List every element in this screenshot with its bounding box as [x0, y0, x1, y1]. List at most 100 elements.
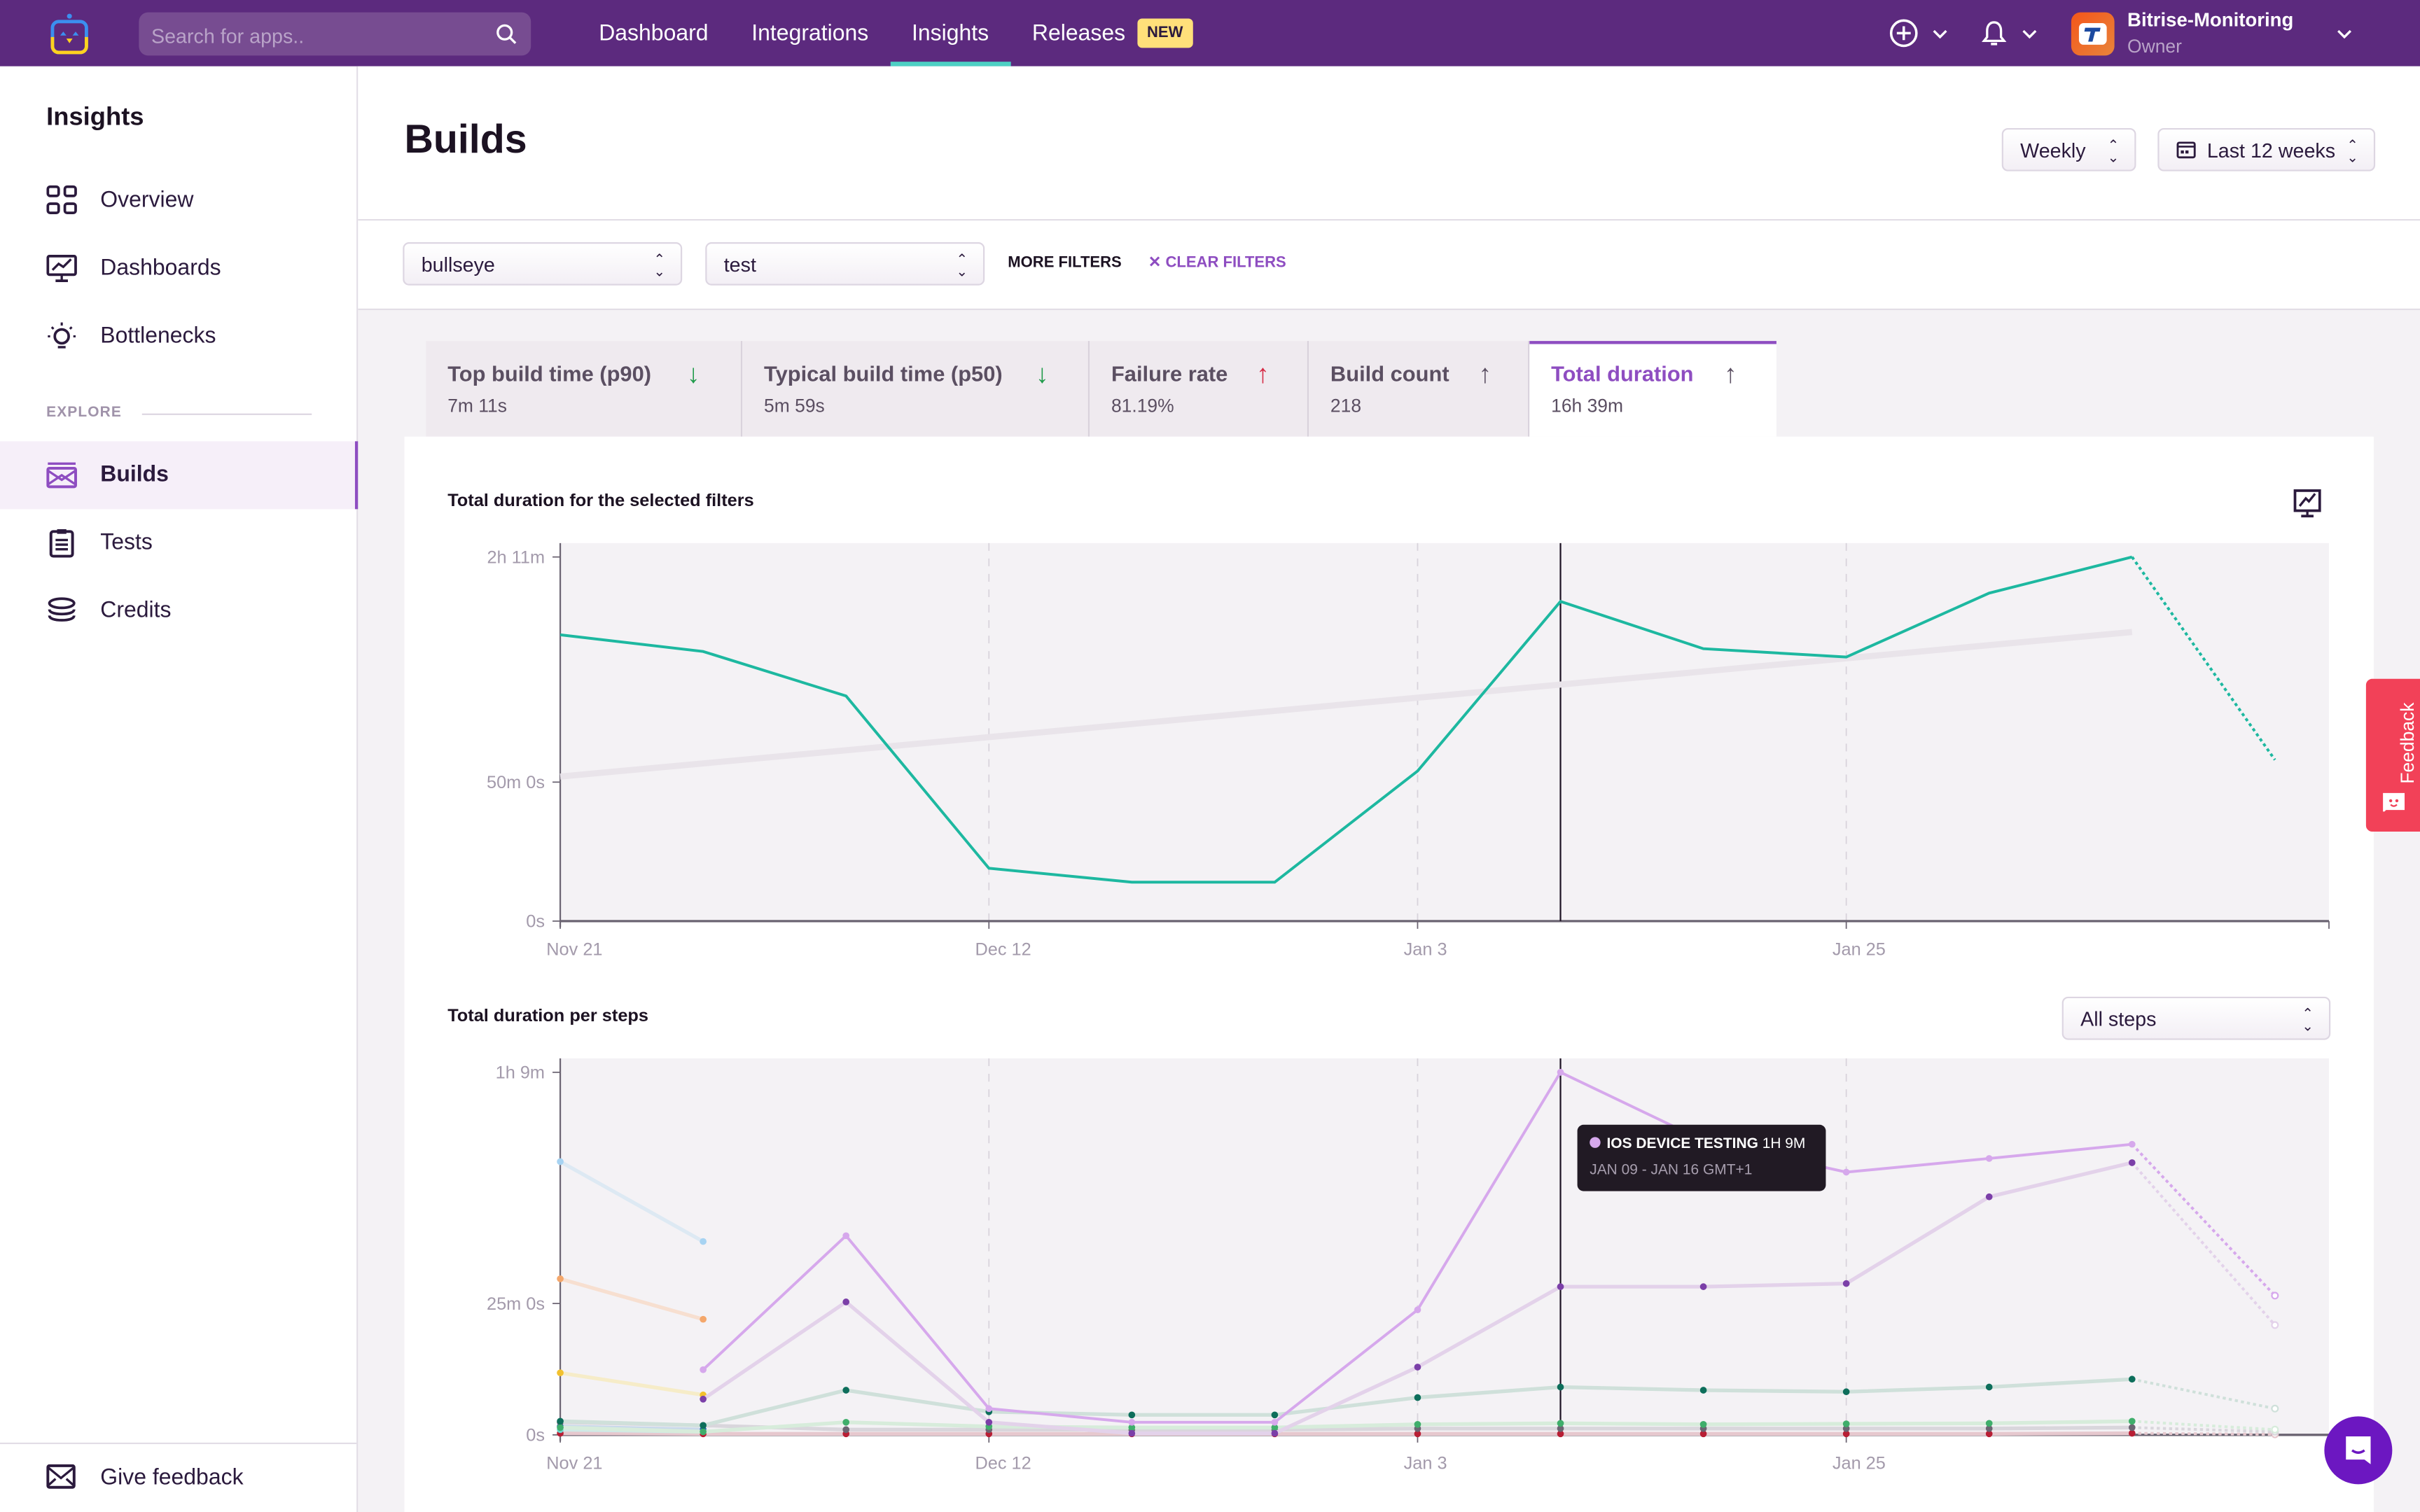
- grid-icon: [46, 185, 77, 215]
- arrow-up-icon: ↑: [1478, 359, 1492, 389]
- arrow-down-icon: ↓: [686, 359, 700, 389]
- builds-icon: [46, 462, 77, 489]
- clear-filters-label: CLEAR FILTERS: [1165, 254, 1286, 272]
- updown-chevron-icon: ⌃ ⌄: [2107, 137, 2120, 165]
- app-filter-select[interactable]: bullseye ⌃ ⌄: [403, 242, 683, 286]
- updown-chevron-icon: ⌃ ⌄: [2346, 137, 2358, 165]
- arrow-up-icon: ↑: [1723, 359, 1737, 389]
- sidebar-item-label: Builds: [100, 463, 169, 488]
- interval-select-value: Weekly: [2020, 138, 2086, 162]
- tab-failure-rate[interactable]: Failure rate 81.19% ↑: [1090, 341, 1309, 437]
- org-avatar: [2071, 11, 2115, 55]
- main-content: Builds Weekly ⌃ ⌄ Last 12 weeks ⌃ ⌄ bullse…: [358, 66, 2420, 1512]
- interval-select[interactable]: Weekly ⌃ ⌄: [2001, 127, 2136, 172]
- sidebar-item-bottlenecks[interactable]: Bottlenecks: [0, 302, 356, 370]
- steps-select-value: All steps: [2080, 1007, 2157, 1030]
- updown-chevron-icon: ⌃ ⌄: [653, 251, 665, 279]
- sidebar-title: Insights: [46, 103, 144, 132]
- nav-insights[interactable]: Insights: [890, 0, 1010, 66]
- give-feedback-label: Give feedback: [100, 1465, 244, 1491]
- tab-value: 81.19%: [1111, 395, 1174, 417]
- chart-tooltip: IOS DEVICE TESTING 1H 9M JAN 09 - JAN 16…: [1577, 1124, 1826, 1191]
- chevron-down-icon: [1933, 29, 1948, 38]
- sidebar-item-tests[interactable]: Tests: [0, 509, 356, 577]
- topbar-actions: Bitrise-Monitoring Owner: [1890, 0, 2420, 66]
- metric-tabs: Top build time (p90) 7m 11s ↓ Typical bu…: [426, 341, 1776, 437]
- charts-panel: [404, 436, 2374, 1512]
- monitor-chart-icon: [46, 255, 77, 283]
- chart-title: Total duration per steps: [447, 1007, 649, 1026]
- notifications-button[interactable]: [1982, 20, 2038, 48]
- sidebar-item-label: Bottlenecks: [100, 323, 216, 349]
- tab-top-build-time[interactable]: Top build time (p90) 7m 11s ↓: [426, 341, 743, 437]
- page-title: Builds: [404, 115, 527, 162]
- app-root: Dashboard Integrations Insights Releases…: [0, 0, 2420, 1512]
- create-menu-button[interactable]: [1890, 18, 1949, 48]
- tab-value: 218: [1330, 395, 1362, 417]
- app-search[interactable]: [139, 12, 531, 59]
- mail-icon: [46, 1464, 76, 1489]
- search-icon[interactable]: [496, 23, 517, 45]
- sidebar-item-label: Dashboards: [100, 255, 221, 281]
- org-switcher[interactable]: Bitrise-Monitoring Owner: [2071, 9, 2352, 57]
- tab-value: 16h 39m: [1551, 395, 1624, 417]
- clear-filters-button[interactable]: ✕ CLEAR FILTERS: [1148, 255, 1286, 272]
- sidebar-item-overview[interactable]: Overview: [0, 167, 356, 234]
- calendar-icon: [2176, 141, 2196, 159]
- tab-build-count[interactable]: Build count 218 ↑: [1309, 341, 1530, 437]
- nav-dashboard[interactable]: Dashboard: [577, 0, 730, 66]
- steps-select[interactable]: All steps ⌃ ⌄: [2061, 996, 2331, 1040]
- feedback-tab-label: Feedback: [2396, 702, 2419, 784]
- sidebar-item-label: Tests: [100, 531, 153, 556]
- org-name: Bitrise-Monitoring: [2127, 9, 2294, 31]
- org-logo-icon: [2079, 22, 2108, 44]
- sidebar-item-builds[interactable]: Builds: [0, 441, 359, 510]
- nav-label: Releases: [1031, 20, 1126, 46]
- chevron-down-icon: [2337, 29, 2352, 38]
- sidebar-item-label: Credits: [100, 598, 172, 624]
- date-range-value: Last 12 weeks: [2206, 138, 2336, 162]
- bitrise-logo-icon[interactable]: [46, 13, 92, 56]
- tab-value: 7m 11s: [447, 395, 507, 417]
- nav-integrations[interactable]: Integrations: [730, 0, 890, 66]
- close-icon: ✕: [1148, 254, 1166, 272]
- search-input[interactable]: [139, 12, 494, 59]
- arrow-up-icon: ↑: [1256, 359, 1270, 389]
- updown-chevron-icon: ⌃ ⌄: [2302, 1006, 2314, 1034]
- more-filters-button[interactable]: MORE FILTERS: [1008, 255, 1121, 272]
- nav-label: Insights: [912, 20, 989, 46]
- new-badge: NEW: [1137, 18, 1192, 48]
- nav-label: Dashboard: [599, 20, 709, 46]
- chevron-down-icon: [2023, 29, 2038, 38]
- series-color-dot: [1590, 1137, 1601, 1148]
- lightbulb-icon: [48, 322, 76, 349]
- page-header: Builds Weekly ⌃ ⌄ Last 12 weeks ⌃ ⌄: [358, 66, 2420, 221]
- main-nav: Dashboard Integrations Insights Releases…: [577, 0, 1214, 66]
- date-range-select[interactable]: Last 12 weeks ⌃ ⌄: [2157, 127, 2376, 172]
- tab-value: 5m 59s: [764, 395, 825, 417]
- top-navigation-bar: Dashboard Integrations Insights Releases…: [0, 0, 2420, 66]
- sidebar: Insights Overview Dashboards Bottlenecks…: [0, 66, 359, 1512]
- sidebar-item-credits[interactable]: Credits: [0, 577, 356, 645]
- coins-icon: [48, 597, 76, 622]
- give-feedback-link[interactable]: Give feedback: [0, 1442, 357, 1512]
- tab-label: Top build time (p90): [447, 360, 652, 386]
- chat-icon: [2346, 1436, 2371, 1464]
- sidebar-item-dashboards[interactable]: Dashboards: [0, 234, 356, 302]
- filter-bar: bullseye ⌃ ⌄ test ⌃ ⌄ MORE FILTERS ✕ CLEAR…: [358, 220, 2420, 311]
- support-chat-button[interactable]: [2324, 1416, 2393, 1485]
- section-divider: [141, 413, 312, 415]
- nav-releases[interactable]: Releases NEW: [1010, 0, 1214, 66]
- feedback-tab[interactable]: Feedback: [2365, 678, 2420, 832]
- tab-typical-build-time[interactable]: Typical build time (p50) 5m 59s ↓: [742, 341, 1090, 437]
- tab-total-duration[interactable]: Total duration 16h 39m ↑: [1529, 341, 1776, 437]
- chart-title: Total duration for the selected filters: [447, 492, 754, 511]
- updown-chevron-icon: ⌃ ⌄: [956, 251, 968, 279]
- chart-type-icon[interactable]: [2292, 489, 2323, 519]
- smiley-chat-icon: [2383, 792, 2405, 812]
- workflow-filter-select[interactable]: test ⌃ ⌄: [705, 242, 985, 286]
- bell-icon: [1982, 20, 2008, 45]
- tooltip-step: IOS DEVICE TESTING: [1606, 1135, 1758, 1153]
- sidebar-section-label: EXPLORE: [46, 404, 122, 421]
- org-role: Owner: [2127, 35, 2182, 57]
